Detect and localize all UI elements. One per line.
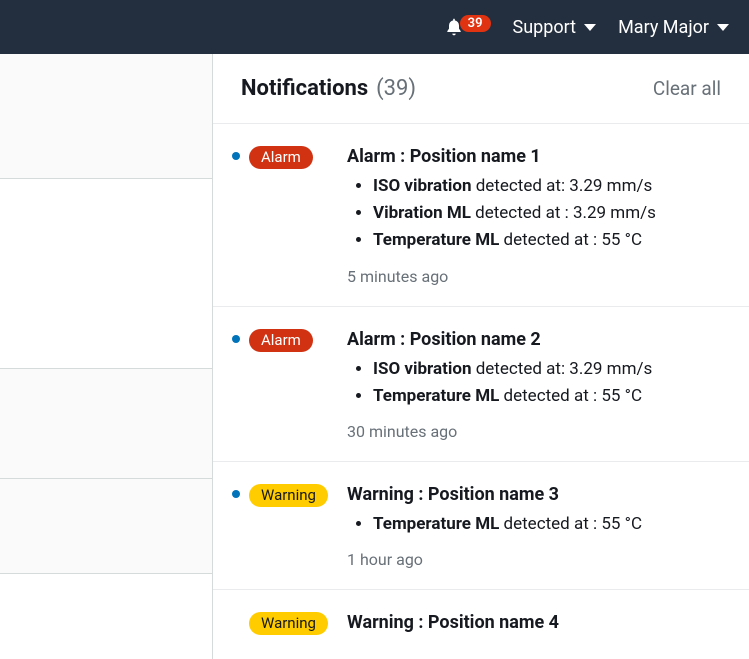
unread-indicator-column bbox=[223, 612, 249, 639]
panel-count: (39) bbox=[376, 76, 416, 101]
notification-content: Warning : Position name 3 Temperature ML … bbox=[347, 484, 731, 569]
notification-detail: Temperature ML detected at : 55 °C bbox=[373, 227, 731, 254]
notification-title: Warning : Position name 3 bbox=[347, 484, 731, 505]
warning-badge: Warning bbox=[249, 612, 328, 635]
chevron-down-icon bbox=[584, 24, 596, 31]
notification-count-badge: 39 bbox=[460, 15, 491, 32]
unread-indicator-column bbox=[223, 484, 249, 569]
notifications-bell[interactable]: 39 bbox=[444, 17, 491, 37]
unread-indicator-column bbox=[223, 329, 249, 441]
metric-value: detected at : 55 °C bbox=[499, 514, 642, 534]
metric-value: detected at : 55 °C bbox=[499, 386, 642, 406]
notifications-panel: Notifications (39) Clear all Alarm Alarm … bbox=[212, 54, 749, 659]
notification-detail: Vibration ML detected at : 3.29 mm/s bbox=[373, 200, 731, 227]
unread-dot-icon bbox=[232, 335, 240, 343]
notification-item[interactable]: Warning Warning : Position name 4 bbox=[213, 590, 749, 659]
user-menu[interactable]: Mary Major bbox=[618, 17, 729, 38]
notification-details-list: ISO vibration detected at: 3.29 mm/sVibr… bbox=[347, 173, 731, 255]
metric-name: Temperature ML bbox=[373, 386, 499, 406]
notification-list: Alarm Alarm : Position name 1 ISO vibratio… bbox=[213, 124, 749, 659]
notification-title: Alarm : Position name 2 bbox=[347, 329, 731, 350]
notification-timestamp: 5 minutes ago bbox=[347, 267, 731, 286]
metric-value: detected at: 3.29 mm/s bbox=[471, 176, 652, 196]
badge-column: Warning bbox=[249, 484, 347, 569]
unread-dot-icon bbox=[232, 152, 240, 160]
metric-name: Temperature ML bbox=[373, 230, 499, 250]
sidebar-section bbox=[0, 369, 212, 479]
sidebar-section bbox=[0, 479, 212, 574]
unread-dot-icon bbox=[232, 490, 240, 498]
support-menu[interactable]: Support bbox=[513, 17, 597, 38]
chevron-down-icon bbox=[717, 24, 729, 31]
notification-item[interactable]: Alarm Alarm : Position name 1 ISO vibratio… bbox=[213, 124, 749, 307]
notification-details-list: Temperature ML detected at : 55 °C bbox=[347, 511, 731, 538]
badge-column: Alarm bbox=[249, 329, 347, 441]
metric-name: Vibration ML bbox=[373, 203, 471, 223]
metric-name: Temperature ML bbox=[373, 514, 499, 534]
metric-value: detected at : 55 °C bbox=[499, 230, 642, 250]
metric-name: ISO vibration bbox=[373, 359, 471, 379]
metric-value: detected at: 3.29 mm/s bbox=[471, 359, 652, 379]
notification-detail: ISO vibration detected at: 3.29 mm/s bbox=[373, 356, 731, 383]
badge-column: Warning bbox=[249, 612, 347, 639]
alarm-badge: Alarm bbox=[249, 146, 313, 169]
alarm-badge: Alarm bbox=[249, 329, 313, 352]
metric-value: detected at : 3.29 mm/s bbox=[471, 203, 656, 223]
notification-detail: ISO vibration detected at: 3.29 mm/s bbox=[373, 173, 731, 200]
notification-item[interactable]: Alarm Alarm : Position name 2 ISO vibratio… bbox=[213, 307, 749, 462]
notification-details-list: ISO vibration detected at: 3.29 mm/sTemp… bbox=[347, 356, 731, 410]
notification-timestamp: 1 hour ago bbox=[347, 550, 731, 569]
notification-content: Alarm : Position name 1 ISO vibration det… bbox=[347, 146, 731, 286]
user-label: Mary Major bbox=[618, 17, 709, 38]
unread-indicator-column bbox=[223, 146, 249, 286]
metric-name: ISO vibration bbox=[373, 176, 471, 196]
notification-detail: Temperature ML detected at : 55 °C bbox=[373, 383, 731, 410]
notification-content: Alarm : Position name 2 ISO vibration det… bbox=[347, 329, 731, 441]
clear-all-button[interactable]: Clear all bbox=[653, 77, 721, 100]
notification-detail: Temperature ML detected at : 55 °C bbox=[373, 511, 731, 538]
notification-item[interactable]: Warning Warning : Position name 3 Temperat… bbox=[213, 462, 749, 590]
notification-title: Warning : Position name 4 bbox=[347, 612, 731, 633]
sidebar-section bbox=[0, 179, 212, 369]
badge-column: Alarm bbox=[249, 146, 347, 286]
sidebar bbox=[0, 54, 212, 659]
support-label: Support bbox=[513, 17, 577, 38]
notification-title: Alarm : Position name 1 bbox=[347, 146, 731, 167]
panel-title: Notifications bbox=[241, 76, 368, 101]
sidebar-section bbox=[0, 54, 212, 179]
panel-header: Notifications (39) Clear all bbox=[213, 54, 749, 124]
notification-content: Warning : Position name 4 bbox=[347, 612, 731, 639]
warning-badge: Warning bbox=[249, 484, 328, 507]
notification-timestamp: 30 minutes ago bbox=[347, 422, 731, 441]
top-navigation-bar: 39 Support Mary Major bbox=[0, 0, 749, 54]
